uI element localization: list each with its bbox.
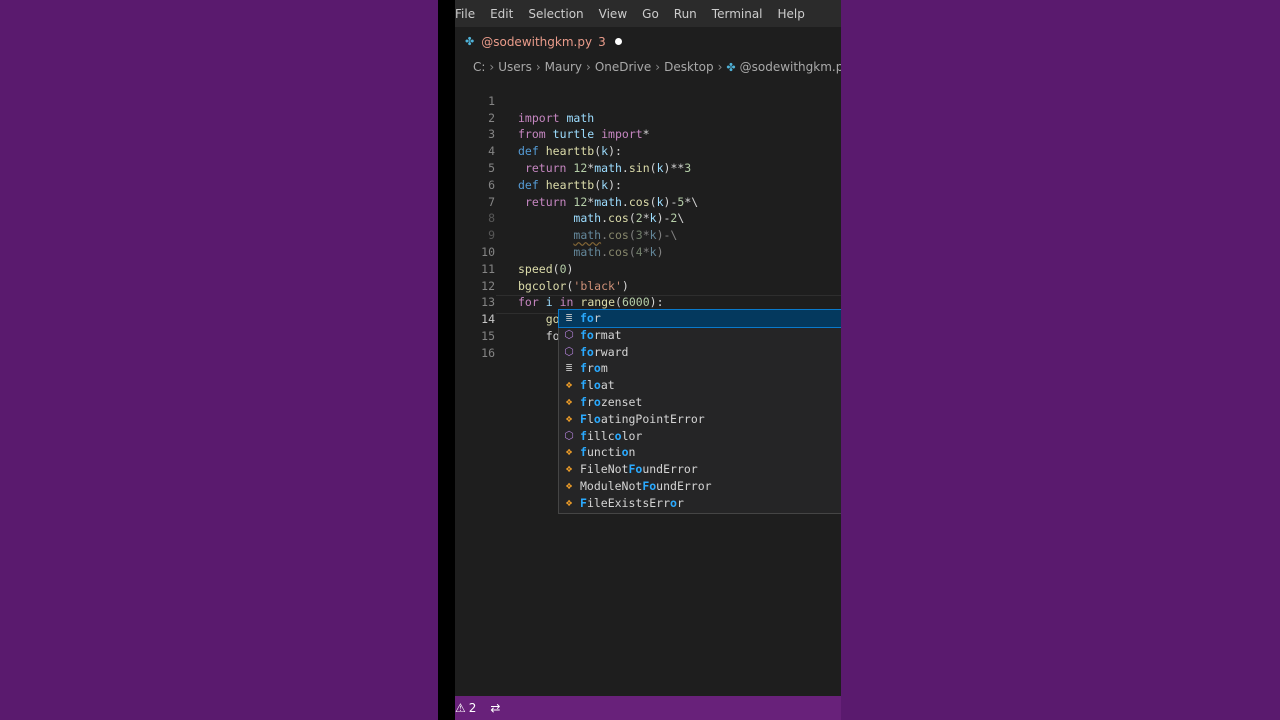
code-text: return 12*math.sin(k)**3 bbox=[524, 160, 692, 175]
menu-file[interactable]: File bbox=[455, 7, 475, 21]
tab-filename: @sodewithgkm.py bbox=[481, 34, 593, 49]
code-line: 14 fo bbox=[455, 294, 559, 343]
module-icon: ⬡ bbox=[564, 428, 574, 442]
menu-help[interactable]: Help bbox=[778, 7, 805, 21]
line-number: 16 bbox=[481, 345, 495, 360]
suggestion-item[interactable]: ❖ FloatingPointError bbox=[559, 411, 841, 428]
class-icon: ❖ bbox=[565, 378, 573, 392]
class-icon: ❖ bbox=[565, 445, 573, 459]
breadcrumb-drive[interactable]: C: bbox=[473, 60, 485, 74]
suggestion-item[interactable]: ❖ FileNotFoundError bbox=[559, 461, 841, 478]
left-black-border bbox=[438, 0, 455, 720]
code-line: 3 def hearttb(k): bbox=[455, 110, 622, 158]
menu-terminal[interactable]: Terminal bbox=[712, 7, 763, 21]
breadcrumb-onedrive[interactable]: OneDrive bbox=[595, 60, 651, 74]
menu-view[interactable]: View bbox=[599, 7, 627, 21]
tok-import: import bbox=[518, 110, 560, 125]
menu-go[interactable]: Go bbox=[642, 7, 659, 21]
code-line: 9 math.cos(4*k) bbox=[455, 210, 663, 259]
chevron-right-icon: › bbox=[535, 60, 541, 74]
warning-count: 2 bbox=[468, 701, 477, 715]
code-line: 8 math.cos(3*k)-\ bbox=[455, 194, 677, 242]
code-text: math.cos(4*k) bbox=[573, 244, 664, 259]
unsaved-dot-icon[interactable] bbox=[614, 38, 622, 45]
chevron-right-icon: › bbox=[586, 60, 591, 74]
tab-bar: ✤ @sodewithgkm.py 3 bbox=[455, 27, 841, 56]
chevron-right-icon: › bbox=[489, 60, 495, 74]
code-line: 5 def hearttb(k): bbox=[455, 143, 622, 192]
code-line: 11 bgcolor('black') bbox=[455, 244, 629, 293]
code-line: 2 from turtle import* bbox=[455, 93, 650, 142]
keyword-icon: ≣ bbox=[565, 311, 573, 324]
menu-edit[interactable]: Edit bbox=[490, 7, 513, 21]
warning-icon: ⚠ bbox=[455, 701, 466, 715]
breadcrumb-file[interactable]: @sodewithgkm.py bbox=[740, 60, 841, 74]
code-text: import math bbox=[518, 110, 594, 127]
breadcrumb-user[interactable]: Maury bbox=[545, 60, 582, 74]
code-line: 10 speed(0) bbox=[455, 227, 573, 276]
class-icon: ❖ bbox=[565, 479, 573, 492]
code-text: return 12*math.cos(k)-5*\ bbox=[524, 194, 699, 209]
suggestion-item[interactable]: ❖ float bbox=[559, 377, 841, 394]
suggestion-item[interactable]: ⬡ fillcolor bbox=[559, 428, 841, 445]
code-line: 16 bbox=[455, 328, 497, 360]
code-text: math.cos(2*k)-2\ bbox=[573, 211, 685, 226]
suggestion-item[interactable]: ❖ FileExistsError bbox=[559, 495, 841, 512]
chevron-right-icon: › bbox=[655, 60, 661, 74]
module-icon: ⬡ bbox=[564, 344, 574, 358]
problems-indicator[interactable]: ⚠ 2 bbox=[455, 701, 476, 715]
status-bar: ⚠ 2 ⇄ bbox=[455, 696, 841, 720]
tok-math: math bbox=[566, 110, 595, 125]
vscode-window: File Edit Selection View Go Run Terminal… bbox=[455, 0, 841, 720]
code-line: 6 return 12*math.cos(k)-5*\ bbox=[455, 160, 698, 209]
suggestion-item[interactable]: ≣ from bbox=[559, 360, 841, 377]
suggestion-item[interactable]: ⬡ format bbox=[559, 327, 841, 344]
suggestion-item[interactable]: ❖ ModuleNotFoundError bbox=[559, 478, 841, 495]
menu-selection[interactable]: Selection bbox=[528, 7, 583, 21]
code-line: 1 import math bbox=[455, 76, 594, 125]
code-line: 12 for i in range(6000): bbox=[455, 261, 663, 310]
python-file-icon: ✤ bbox=[726, 60, 736, 74]
suggestion-item[interactable]: ❖ function bbox=[559, 444, 841, 461]
breadcrumb-users[interactable]: Users bbox=[498, 60, 532, 74]
code-line: 15 bbox=[455, 311, 497, 343]
code-line: 13 goto(hearta(i)*20,heartb(i)*20) bbox=[455, 278, 760, 326]
suggestion-item[interactable]: ≣ for bbox=[558, 309, 841, 328]
python-file-icon: ✤ bbox=[465, 35, 475, 48]
code-text: fo bbox=[518, 328, 560, 343]
breadcrumb: C: › Users › Maury › OneDrive › Desktop … bbox=[473, 58, 841, 76]
code-editor[interactable]: 1 import math 2 from turtle import* 3 de… bbox=[455, 76, 841, 696]
suggestion-item[interactable]: ❖ frozenset bbox=[559, 394, 841, 411]
breadcrumb-desktop[interactable]: Desktop bbox=[664, 60, 714, 74]
code-text: from turtle import* bbox=[518, 127, 650, 142]
class-icon: ❖ bbox=[565, 495, 573, 509]
module-icon: ⬡ bbox=[564, 327, 574, 341]
editor-tab[interactable]: ✤ @sodewithgkm.py 3 bbox=[465, 27, 622, 56]
tab-problem-count: 3 bbox=[598, 34, 606, 49]
keyword-icon: ≣ bbox=[565, 361, 573, 375]
code-text: bgcolor('black') bbox=[518, 278, 629, 293]
menu-bar: File Edit Selection View Go Run Terminal… bbox=[455, 0, 841, 27]
code-text: def hearttb(k): bbox=[518, 144, 622, 159]
live-share-icon[interactable]: ⇄ bbox=[490, 701, 500, 715]
class-icon: ❖ bbox=[565, 462, 573, 476]
code-line: 7 math.cos(2*k)-2\ bbox=[455, 177, 684, 226]
code-text: speed(0) bbox=[518, 261, 574, 276]
class-icon: ❖ bbox=[565, 395, 573, 408]
code-text: def hearttb(k): bbox=[518, 177, 622, 192]
code-line: 4 return 12*math.sin(k)**3 bbox=[455, 126, 691, 175]
code-text: math.cos(3*k)-\ bbox=[573, 228, 678, 243]
class-icon: ❖ bbox=[565, 411, 573, 425]
suggestion-item[interactable]: ⬡ forward bbox=[559, 344, 841, 361]
menu-run[interactable]: Run bbox=[674, 7, 697, 21]
chevron-right-icon: › bbox=[717, 60, 723, 74]
autocomplete-suggestions: ≣ for ⬡ format ⬡ forward ≣ from ❖ float … bbox=[558, 309, 841, 514]
